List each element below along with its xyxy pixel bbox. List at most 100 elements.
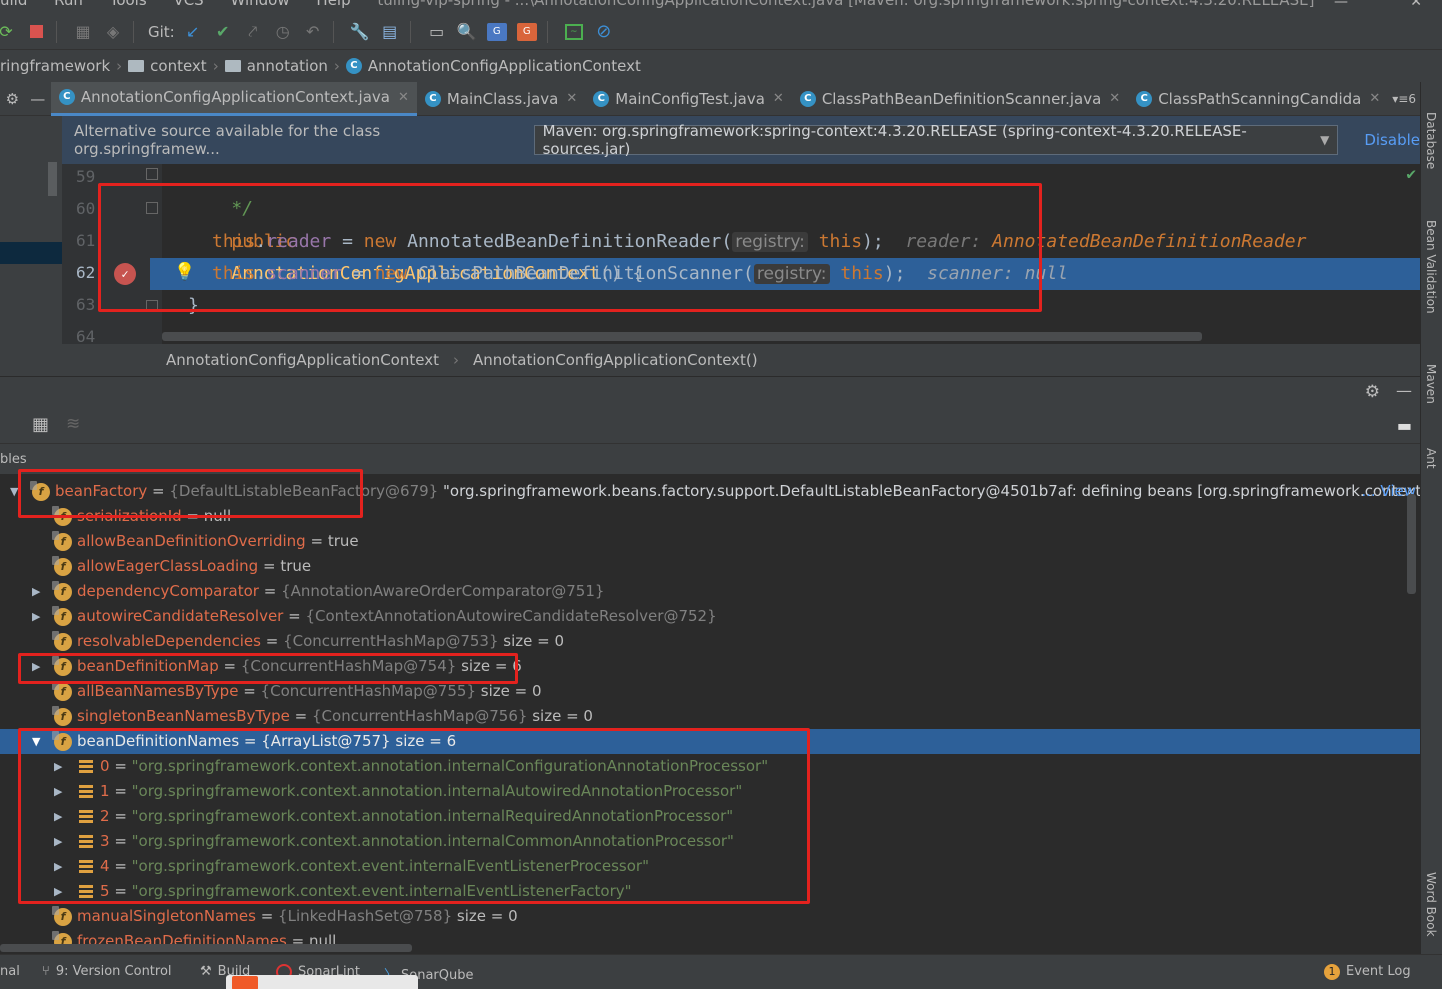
class-icon: C [58,89,75,105]
translate-icon[interactable]: G [485,20,509,44]
hide-icon[interactable]: — [30,90,45,108]
git-update-icon[interactable]: ↙ [181,20,205,44]
variable-name: manualSingletonNames [77,907,256,925]
menu-help[interactable]: Help [316,0,350,9]
build-project-icon[interactable]: ▦ [71,20,95,44]
trace-stream-icon[interactable]: ≋ [66,414,80,434]
annotation-box-beandefinitionmap [18,653,518,684]
tab-main-class[interactable]: C MainClass.java ✕ [417,82,585,116]
settings-wrench-icon[interactable]: 🔧 [348,20,372,44]
close-icon[interactable]: ✕ [566,91,577,106]
field-icon: f [52,580,72,601]
stop-icon[interactable] [24,20,48,44]
git-push-icon[interactable]: ⤤ [241,20,265,44]
variable-row[interactable]: f allowEagerClassLoading = true [0,554,1420,579]
status-terminal[interactable]: nal [0,964,20,979]
tool-database[interactable]: Database [1424,112,1438,169]
breadcrumb-ringframework[interactable]: ringframework [0,57,110,75]
banner-message: Alternative source available for the cla… [74,122,381,158]
variable-value: size = 0 [503,632,565,650]
structure-crumb-class[interactable]: AnnotationConfigApplicationContext [166,351,439,369]
tool-maven[interactable]: Maven [1424,364,1438,404]
statistic-icon[interactable]: ~ [562,20,586,44]
tab-classpath-bean-definition-scanner[interactable]: C ClassPathBeanDefinitionScanner.java ✕ [792,82,1128,116]
git-history-icon[interactable]: ◷ [271,20,295,44]
gear-icon[interactable]: ⚙ [6,90,19,108]
close-icon[interactable]: ✕ [398,90,409,105]
tab-annotation-config-app-context[interactable]: C AnnotationConfigApplicationContext.jav… [50,81,417,116]
close-icon[interactable]: ✕ [1109,91,1120,106]
debug-panel-header: ⚙ — [0,376,1420,408]
breadcrumb-class[interactable]: AnnotationConfigApplicationContext [368,57,641,75]
status-version-control[interactable]: ⑂ 9: Version Control [42,964,172,979]
git-commit-icon[interactable]: ✔ [211,20,235,44]
variable-type: {LinkedHashSet@758} [278,907,453,925]
translate-alt-icon[interactable]: G [515,20,539,44]
rerun-icon[interactable]: ⟳ [0,20,18,44]
variable-row[interactable]: f resolvableDependencies = {ConcurrentHa… [0,629,1420,654]
horizontal-scrollbar[interactable] [0,944,412,952]
scrollbar[interactable] [48,162,57,196]
tool-bean-validation[interactable]: Bean Validation [1424,220,1438,314]
field-icon: f [52,530,72,551]
event-count-badge: 1 [1324,964,1340,980]
evaluate-expression-icon[interactable]: ▦ [32,414,49,435]
variable-name: allBeanNamesByType [77,682,239,700]
project-structure-icon[interactable]: ▤ [378,20,402,44]
menu-build[interactable]: uild [0,0,27,9]
close-icon[interactable]: ✕ [773,91,784,106]
line-number: 60 [76,199,96,218]
debug-toolbar: I ▦ ≋ ▬ [0,408,1420,444]
menu-vcs[interactable]: VCS [173,0,203,9]
variable-row[interactable]: ▶ f dependencyComparator = {AnnotationAw… [0,579,1420,604]
fold-icon[interactable] [146,168,158,180]
tool-word-book[interactable]: Word Book [1424,872,1438,937]
menu-window[interactable]: Window [230,0,289,9]
structure-crumb-method[interactable]: AnnotationConfigApplicationContext() [473,351,758,369]
window-controls[interactable]: — ✕ [1334,0,1422,10]
vertical-scrollbar[interactable] [1407,494,1416,594]
layout-icon[interactable]: ▬ [1397,416,1412,435]
variable-row[interactable]: ▶ f autowireCandidateResolver = {Context… [0,604,1420,629]
field-icon: f [52,630,72,651]
power-save-icon[interactable]: ⊘ [592,20,616,44]
tab-classpath-scanning-candidate[interactable]: C ClassPathScanningCandida ✕ [1128,82,1388,116]
disable-link[interactable]: Disable [1364,131,1420,149]
selected-tree-item[interactable] [0,242,62,264]
line-number: 59 [76,167,96,186]
variable-row[interactable]: f manualSingletonNames = {LinkedHashSet@… [0,904,1420,929]
tool-ant[interactable]: Ant [1424,448,1438,469]
source-select[interactable]: Maven: org.springframework:spring-contex… [533,122,1339,158]
hide-icon[interactable]: — [1396,381,1412,400]
variable-name: allowBeanDefinitionOverriding [77,532,306,550]
breadcrumb-annotation[interactable]: annotation [247,57,328,75]
horizontal-scrollbar[interactable] [162,332,1202,341]
breadcrumb-context[interactable]: context [150,57,207,75]
gear-icon[interactable]: ⚙ [1365,382,1380,402]
ime-toolbar[interactable] [226,975,418,989]
tab-main-config-test[interactable]: C MainConfigTest.java ✕ [585,82,792,116]
close-icon[interactable]: ✕ [1369,91,1380,106]
alternative-source-banner: Alternative source available for the cla… [62,116,1420,164]
chevron-down-icon: ▼ [1320,133,1330,147]
menu-run[interactable]: Run [54,0,83,9]
folder-icon [224,60,241,72]
menu-tools[interactable]: Tools [110,0,147,9]
status-event-log[interactable]: 1 Event Log [1324,964,1411,980]
variable-row[interactable]: f allowBeanDefinitionOverriding = true [0,529,1420,554]
annotation-box-beanfactory [18,469,363,518]
variable-name: dependencyComparator [77,582,259,600]
field-icon: f [52,705,72,726]
terminal-icon[interactable]: ▭ [425,20,449,44]
variable-row[interactable]: f singletonBeanNamesByType = {Concurrent… [0,704,1420,729]
search-icon[interactable]: 🔍 [455,20,479,44]
build-artifacts-icon[interactable]: ◈ [101,20,125,44]
git-rollback-icon[interactable]: ↶ [301,20,325,44]
class-icon: C [1136,90,1153,107]
window-title: tuling-vip-spring - ...\AnnotationConfig… [377,0,1315,9]
tabs-overflow-button[interactable]: ▾≡6 [1388,82,1420,116]
line-number: 61 [76,231,96,250]
variable-type: {ConcurrentHashMap@756} [312,707,528,725]
variable-type: {AnnotationAwareOrderComparator@751} [281,582,605,600]
variables-title: bles [0,452,27,467]
